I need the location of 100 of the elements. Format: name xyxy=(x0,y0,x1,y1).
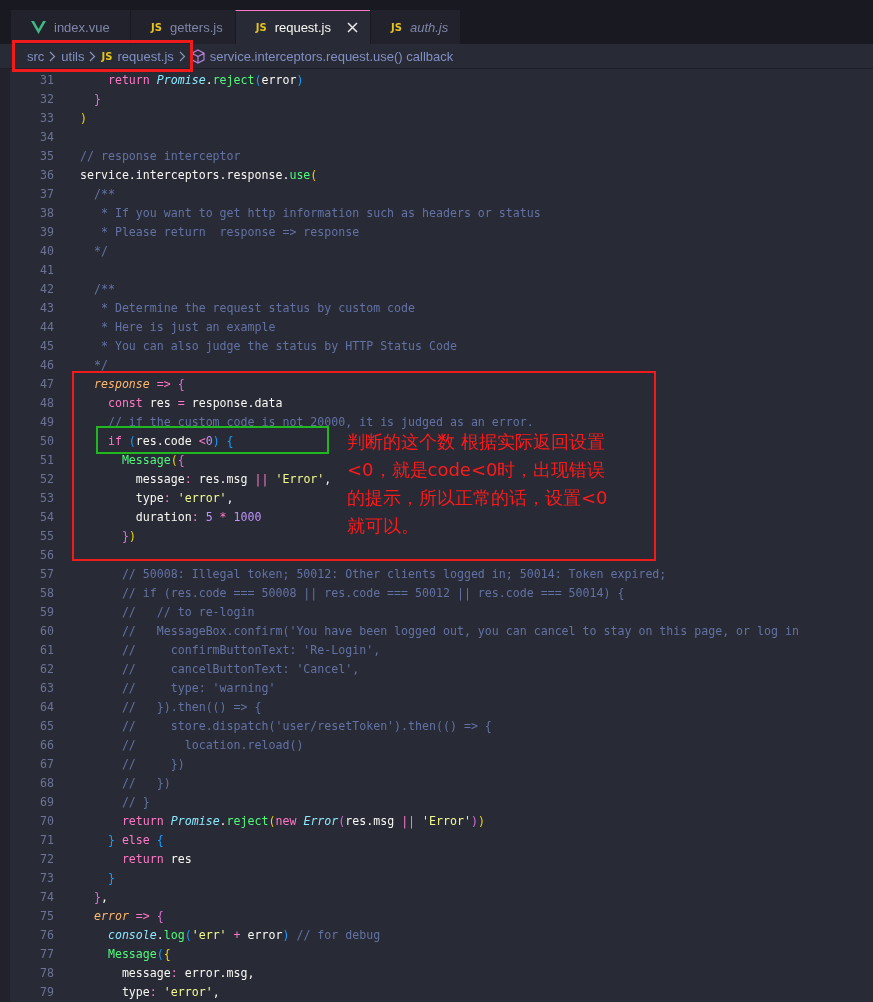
code-line: // if (res.code === 50008 || res.code === 50012 || res.code === 50014) { xyxy=(120,585,625,600)
annotation-text: 就可以。 xyxy=(347,514,419,538)
code-line: // cancelButtonText: 'Cancel', xyxy=(120,661,360,676)
line-number: 77 xyxy=(39,946,54,961)
code-line: return res xyxy=(120,851,192,866)
code-line: // MessageBox.confirm('You have been logged out, you can cancel to stay on this page, or log in xyxy=(120,623,799,638)
annotation-text: 的提示，所以正常的话，设置<0 xyxy=(347,486,608,510)
line-number: 56 xyxy=(39,547,54,562)
breadcrumb-item[interactable]: service.interceptors.request.use() callback xyxy=(209,48,454,64)
file-type-label: JS xyxy=(101,50,113,62)
code-line: * Here is just an example xyxy=(99,319,276,334)
code-line: ) xyxy=(80,110,87,125)
code-line: /** xyxy=(92,186,115,201)
line-number: 64 xyxy=(39,699,54,714)
line-number: 43 xyxy=(39,300,54,315)
annotation-text: 判断的这个数 根据实际返回设置 xyxy=(347,430,605,454)
breadcrumb-item[interactable]: utils xyxy=(61,48,85,64)
code-line: */ xyxy=(92,243,108,258)
code-line: error => { xyxy=(92,908,164,923)
line-number: 73 xyxy=(39,870,54,885)
vue-icon xyxy=(31,21,46,34)
code-line: duration: 5 * 1000 xyxy=(134,509,262,524)
line-number: 51 xyxy=(39,452,54,467)
file-type-label: JS xyxy=(391,22,402,33)
code-line: }) xyxy=(120,528,136,543)
code-line: // // to re-login xyxy=(120,604,255,619)
line-number: 66 xyxy=(39,737,54,752)
tab-label: request.js xyxy=(274,20,331,35)
line-number: 69 xyxy=(39,794,54,809)
line-number: 38 xyxy=(39,205,54,220)
line-number: 59 xyxy=(39,604,54,619)
code-line: } xyxy=(106,870,115,885)
code-line: */ xyxy=(92,357,108,372)
line-number: 47 xyxy=(39,376,54,391)
code-line: * Please return response => response xyxy=(99,224,360,239)
line-number: 78 xyxy=(39,965,54,980)
code-line: // } xyxy=(120,794,150,809)
line-number: 37 xyxy=(39,186,54,201)
code-line: response => { xyxy=(92,376,185,391)
line-number: 42 xyxy=(39,281,54,296)
file-type-label: JS xyxy=(151,22,162,33)
editor-tab[interactable]: JS getters.js xyxy=(130,10,235,44)
line-number: 33 xyxy=(39,110,54,125)
code-line: // }) xyxy=(120,756,185,771)
line-number: 70 xyxy=(39,813,54,828)
code-line: * If you want to get http information such as headers or status xyxy=(99,205,541,220)
line-number: 45 xyxy=(39,338,54,353)
close-icon[interactable] xyxy=(347,22,358,33)
code-line: }, xyxy=(92,889,108,904)
code-line: // location.reload() xyxy=(120,737,304,752)
line-number: 60 xyxy=(39,623,54,638)
chevron-icon xyxy=(178,50,186,62)
code-line: } xyxy=(92,91,101,106)
code-line: // type: 'warning' xyxy=(120,680,276,695)
code-line: // confirmButtonText: 'Re-Login', xyxy=(120,642,381,657)
code-line: // store.dispatch('user/resetToken').then(() => { xyxy=(120,718,492,733)
line-number: 49 xyxy=(39,414,54,429)
line-number: 68 xyxy=(39,775,54,790)
line-number: 75 xyxy=(39,908,54,923)
code-line: } else { xyxy=(106,832,164,847)
line-number: 35 xyxy=(39,148,54,163)
line-number: 39 xyxy=(39,224,54,239)
code-line: console.log('err' + error) // for debug xyxy=(106,927,381,942)
code-line: // 50008: Illegal token; 50012: Other clients logged in; 50014: Token expired; xyxy=(120,566,667,581)
line-number: 55 xyxy=(39,528,54,543)
line-number: 57 xyxy=(39,566,54,581)
code-line: service.interceptors.response.use( xyxy=(80,167,318,182)
code-line: message: res.msg || 'Error', xyxy=(134,471,332,486)
line-number: 58 xyxy=(39,585,54,600)
line-number: 31 xyxy=(39,72,54,87)
line-number: 53 xyxy=(39,490,54,505)
code-line: Message({ xyxy=(120,452,185,467)
line-number: 76 xyxy=(39,927,54,942)
line-number: 65 xyxy=(39,718,54,733)
line-number: 48 xyxy=(39,395,54,410)
breadcrumb-item[interactable]: request.js xyxy=(117,48,174,64)
line-number: 50 xyxy=(39,433,54,448)
line-number: 52 xyxy=(39,471,54,486)
tab-label: getters.js xyxy=(169,20,223,35)
line-number: 71 xyxy=(39,832,54,847)
line-number: 41 xyxy=(39,262,54,277)
code-line: /** xyxy=(92,281,115,296)
line-number: 63 xyxy=(39,680,54,695)
code-line: const res = response.data xyxy=(106,395,283,410)
code-line: return Promise.reject(error) xyxy=(106,72,304,87)
file-type-label: JS xyxy=(255,22,267,33)
editor-tab[interactable]: JS auth.js xyxy=(370,10,461,44)
breadcrumb-item[interactable]: src xyxy=(27,48,45,64)
code-line: * Determine the request status by custom code xyxy=(99,300,416,315)
line-number: 54 xyxy=(39,509,54,524)
line-number: 62 xyxy=(39,661,54,676)
line-number: 32 xyxy=(39,91,54,106)
editor-tab[interactable]: JS request.js xyxy=(234,10,370,44)
annotation-text: <0，就是code<0时，出现错误 xyxy=(347,458,606,482)
code-line: message: error.msg, xyxy=(120,965,255,980)
line-number: 36 xyxy=(39,167,54,182)
code-line: Message({ xyxy=(106,946,171,961)
line-number: 46 xyxy=(39,357,54,372)
code-line: // }) xyxy=(120,775,171,790)
line-number: 44 xyxy=(39,319,54,334)
